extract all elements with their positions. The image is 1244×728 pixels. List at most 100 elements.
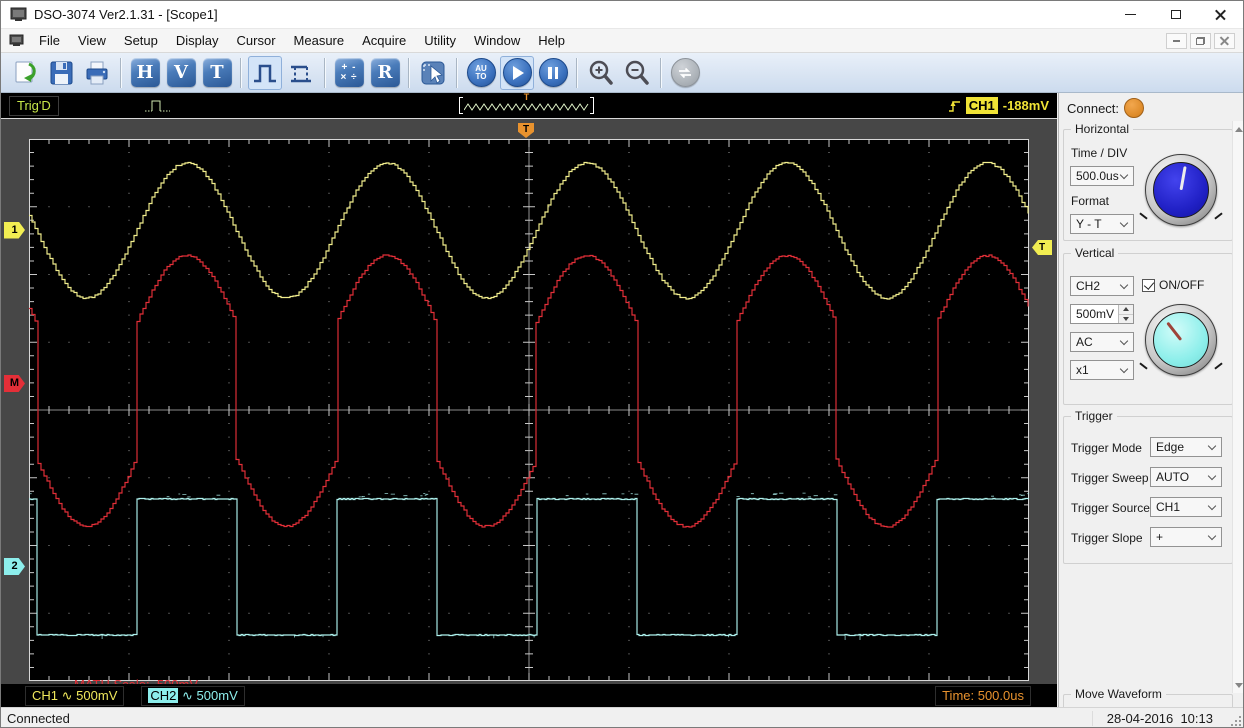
connect-indicator-button[interactable]: [1124, 98, 1144, 118]
ch1-position-marker[interactable]: 1: [4, 222, 25, 239]
horizontal-settings-button[interactable]: H: [128, 56, 162, 90]
open-button[interactable]: [8, 56, 42, 90]
waveform-preview[interactable]: T: [459, 95, 594, 116]
mdi-restore-button[interactable]: [1190, 33, 1211, 49]
trigger-source-select[interactable]: CH1: [1150, 497, 1222, 517]
volts-div-stepper[interactable]: 500mV: [1070, 304, 1134, 324]
channel-onoff-checkbox[interactable]: ON/OFF: [1142, 278, 1204, 292]
acquisition-pulse-icon: [144, 97, 172, 115]
chevron-down-icon: [1120, 281, 1128, 289]
chevron-down-icon: [1120, 219, 1128, 227]
trigger-level-value: -188mV: [1003, 98, 1049, 113]
reference-wave-button[interactable]: R: [368, 56, 402, 90]
chevron-down-icon: [1120, 337, 1128, 345]
close-button[interactable]: [1198, 1, 1243, 28]
pulse-train-button[interactable]: [284, 56, 318, 90]
timebase-badge: Time: 500.0us: [935, 686, 1031, 706]
math-operations-icon: + -× ÷: [335, 58, 364, 87]
scroll-up-button[interactable]: [1233, 122, 1244, 136]
t-letter-icon: T: [203, 58, 232, 87]
ch2-scale-badge[interactable]: CH2 ∿ 500mV: [141, 686, 244, 706]
app-icon: [10, 7, 27, 22]
chevron-down-icon: [1208, 532, 1216, 540]
autoset-button[interactable]: AUTO: [464, 56, 498, 90]
checkbox-checked-icon: [1142, 279, 1155, 292]
toolbar-separator: [324, 58, 326, 88]
trigger-slope-label: Trigger Slope: [1071, 531, 1143, 545]
print-button[interactable]: [80, 56, 114, 90]
ch2-position-marker[interactable]: 2: [4, 558, 25, 575]
menu-cursor[interactable]: Cursor: [228, 30, 285, 51]
refresh-button[interactable]: [668, 56, 702, 90]
zoom-out-button[interactable]: [620, 56, 654, 90]
horizontal-position-knob[interactable]: [1145, 154, 1217, 226]
menu-setup[interactable]: Setup: [115, 30, 167, 51]
menu-measure[interactable]: Measure: [285, 30, 354, 51]
knob-min-tick: [1139, 362, 1147, 369]
cursor-arrow-icon: [418, 58, 448, 88]
coupling-select[interactable]: AC: [1070, 332, 1134, 352]
math-position-marker[interactable]: M: [4, 375, 25, 392]
control-panel: Connect: Horizontal Time / DIV 500.0us F…: [1058, 93, 1244, 707]
chevron-down-icon: [1208, 472, 1216, 480]
probe-select[interactable]: x1: [1070, 360, 1134, 380]
maximize-button[interactable]: [1153, 1, 1198, 28]
zoom-in-icon: [586, 58, 616, 88]
channel-bar: CH1 ∿ 500mV CH2 ∿ 500mV Time: 500.0us: [1, 684, 1057, 707]
trigger-mode-select[interactable]: Edge: [1150, 437, 1222, 457]
ch1-scale-badge[interactable]: CH1 ∿ 500mV: [25, 686, 124, 706]
run-button[interactable]: [500, 56, 534, 90]
single-pulse-button[interactable]: [248, 56, 282, 90]
move-waveform-group: Move Waveform: [1063, 694, 1233, 707]
pulse-dashed-icon: [287, 59, 315, 87]
format-select[interactable]: Y - T: [1070, 214, 1134, 234]
chevron-down-icon: [1208, 502, 1216, 510]
menu-help[interactable]: Help: [529, 30, 574, 51]
menu-acquire[interactable]: Acquire: [353, 30, 415, 51]
mdi-minimize-button[interactable]: [1166, 33, 1187, 49]
menu-window[interactable]: Window: [465, 30, 529, 51]
spin-up-button[interactable]: [1119, 305, 1133, 315]
trigger-settings-button[interactable]: T: [200, 56, 234, 90]
toolbar: H V T + -× ÷ R AUTO: [1, 53, 1243, 93]
minimize-icon: [1125, 14, 1136, 16]
channel-select[interactable]: CH2: [1070, 276, 1134, 296]
vertical-settings-button[interactable]: V: [164, 56, 198, 90]
save-button[interactable]: [44, 56, 78, 90]
window-title: DSO-3074 Ver2.1.31 - [Scope1]: [34, 7, 218, 22]
knob-max-tick: [1214, 212, 1222, 219]
pause-button[interactable]: [536, 56, 570, 90]
cursor-measure-button[interactable]: [416, 56, 450, 90]
menu-display[interactable]: Display: [167, 30, 228, 51]
panel-scrollbar[interactable]: [1232, 121, 1244, 693]
zoom-in-button[interactable]: [584, 56, 618, 90]
menu-file[interactable]: File: [30, 30, 69, 51]
minimize-button[interactable]: [1108, 1, 1153, 28]
menu-utility[interactable]: Utility: [415, 30, 465, 51]
math-button[interactable]: + -× ÷: [332, 56, 366, 90]
trigger-position-marker[interactable]: T: [518, 123, 534, 138]
trigger-sweep-select[interactable]: AUTO: [1150, 467, 1222, 487]
toolbar-separator: [240, 58, 242, 88]
zoom-out-icon: [622, 58, 652, 88]
print-icon: [82, 58, 112, 88]
menu-bar: File View Setup Display Cursor Measure A…: [1, 29, 1243, 53]
scroll-down-button[interactable]: [1233, 678, 1244, 692]
toolbar-separator: [408, 58, 410, 88]
mdi-close-button[interactable]: [1214, 33, 1235, 49]
maximize-icon: [1171, 10, 1181, 19]
save-icon: [46, 58, 76, 88]
spin-down-button[interactable]: [1119, 315, 1133, 324]
menu-view[interactable]: View: [69, 30, 115, 51]
scope-grid[interactable]: MATH Scale: 500mV: [29, 139, 1029, 681]
h-letter-icon: H: [131, 58, 160, 87]
trigger-level-marker[interactable]: T: [1032, 240, 1052, 255]
toolbar-separator: [456, 58, 458, 88]
vertical-position-knob[interactable]: [1145, 304, 1217, 376]
trigger-slope-select[interactable]: +: [1150, 527, 1222, 547]
play-icon: [503, 58, 532, 87]
scroll-up-icon: [1235, 127, 1243, 132]
time-div-select[interactable]: 500.0us: [1070, 166, 1134, 186]
connection-status: Connected: [7, 711, 70, 726]
resize-grip[interactable]: [1229, 714, 1241, 726]
